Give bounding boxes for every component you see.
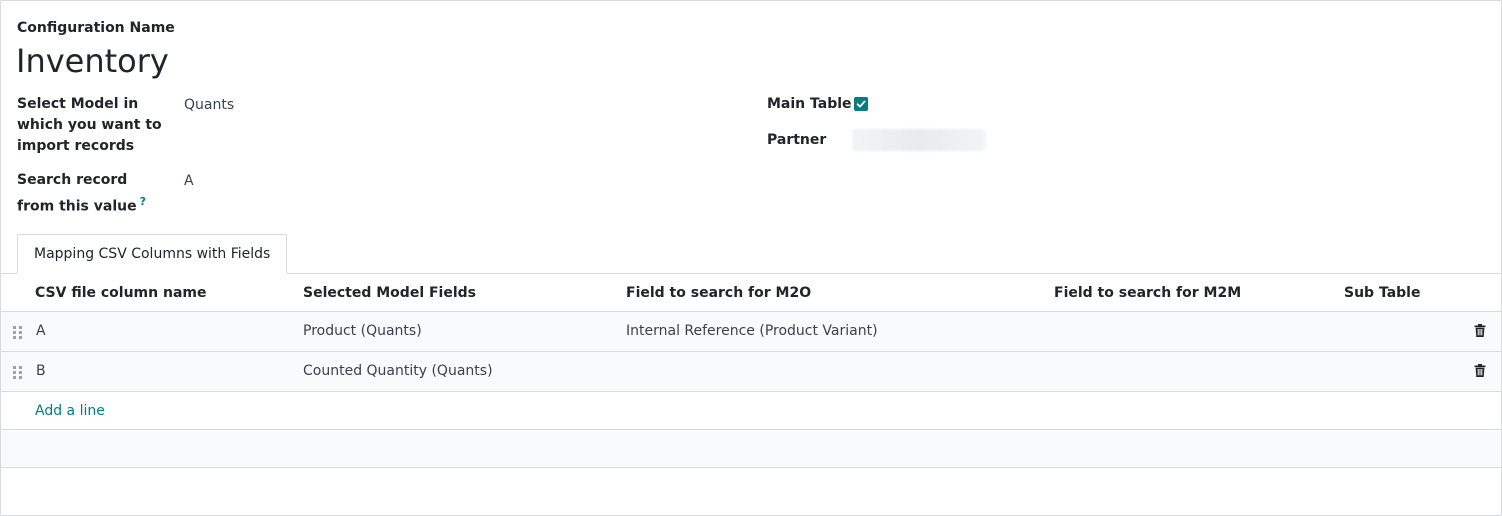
mapping-table: CSV file column name Selected Model Fiel… — [1, 274, 1501, 468]
table-header-row: CSV file column name Selected Model Fiel… — [1, 274, 1501, 312]
empty-row — [1, 430, 1501, 468]
help-tooltip-icon[interactable]: ? — [140, 195, 146, 208]
cell-model-field[interactable]: Product (Quants) — [303, 312, 422, 351]
cell-m2o-field[interactable]: Internal Reference (Product Variant) — [626, 312, 878, 351]
partner-label: Partner — [767, 132, 827, 148]
header-model-fields[interactable]: Selected Model Fields — [303, 274, 476, 312]
header-m2m-field[interactable]: Field to search for M2M — [1054, 274, 1241, 312]
partner-field[interactable] — [852, 129, 986, 151]
search-value-label-text: Search record from this value — [17, 172, 137, 215]
notebook-tabs: Mapping CSV Columns with Fields — [1, 233, 1501, 274]
cell-csv-column[interactable]: A — [36, 312, 46, 351]
cell-model-field[interactable]: Counted Quantity (Quants) — [303, 352, 493, 391]
drag-handle-icon[interactable] — [12, 325, 24, 339]
trash-icon[interactable] — [1474, 364, 1486, 377]
header-csv-column[interactable]: CSV file column name — [35, 274, 206, 312]
main-table-checkbox[interactable] — [854, 97, 868, 111]
config-name-label: Configuration Name — [17, 20, 175, 36]
header-sub-table[interactable]: Sub Table — [1344, 274, 1420, 312]
header-m2o-field[interactable]: Field to search for M2O — [626, 274, 811, 312]
drag-handle-icon[interactable] — [12, 365, 24, 379]
form-sheet: Configuration Name Inventory Select Mode… — [0, 0, 1502, 516]
search-value-label: Search record from this value? — [17, 170, 167, 218]
cell-csv-column[interactable]: B — [36, 352, 46, 391]
model-label: Select Model in which you want to import… — [17, 96, 162, 154]
check-icon — [856, 100, 866, 108]
model-field[interactable]: Quants — [184, 95, 234, 116]
tab-mapping-csv-columns[interactable]: Mapping CSV Columns with Fields — [17, 234, 288, 274]
main-table-label: Main Table — [767, 96, 852, 112]
table-row[interactable]: A Product (Quants) Internal Reference (P… — [1, 312, 1501, 352]
table-row[interactable]: B Counted Quantity (Quants) — [1, 352, 1501, 392]
add-line-link[interactable]: Add a line — [35, 392, 105, 430]
trash-icon[interactable] — [1474, 324, 1486, 337]
search-value-field[interactable]: A — [184, 171, 194, 192]
config-name-field[interactable]: Inventory — [16, 41, 169, 81]
add-line-row: Add a line — [1, 392, 1501, 430]
